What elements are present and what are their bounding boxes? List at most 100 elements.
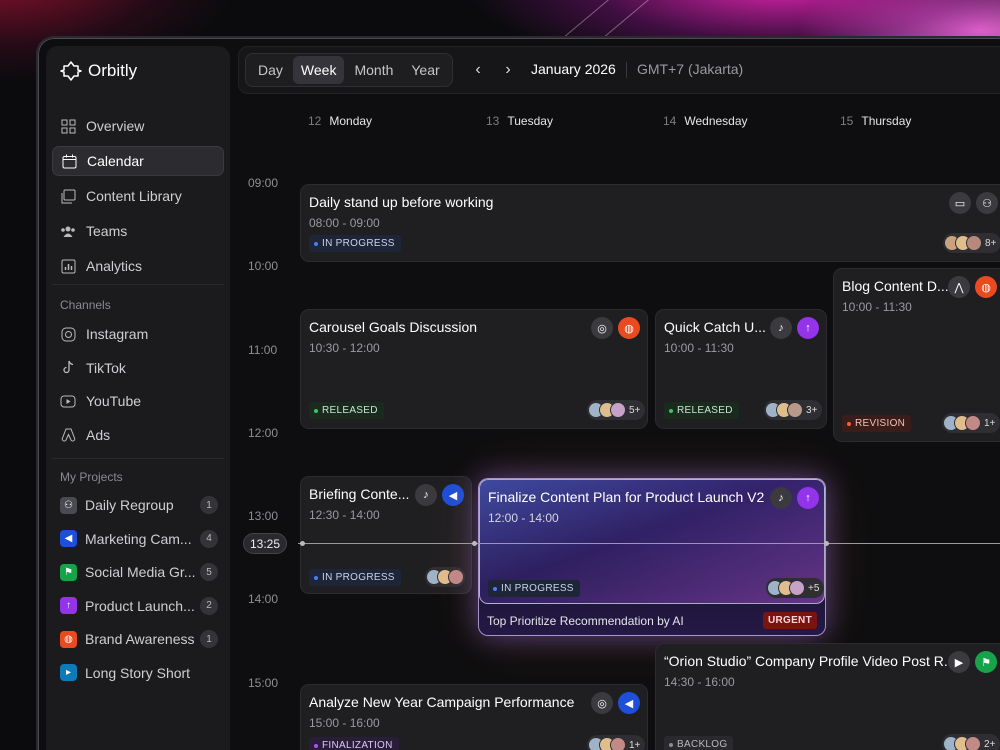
view-month-button[interactable]: Month <box>346 56 401 84</box>
avatar <box>610 402 626 418</box>
time-label: 15:00 <box>248 676 279 690</box>
avatar-group[interactable]: 8+ <box>943 233 1000 253</box>
status-text: IN PROGRESS <box>322 572 395 583</box>
event-card-orion[interactable]: “Orion Studio” Company Profile Video Pos… <box>655 643 1000 750</box>
youtube-icon <box>60 393 76 409</box>
chevron-left-icon[interactable]: ‹ <box>469 61 487 79</box>
event-title: Blog Content D... <box>842 278 949 294</box>
logo[interactable]: Orbitly <box>60 60 137 82</box>
chevron-right-icon[interactable]: › <box>499 61 517 79</box>
project-label: Long Story Short <box>85 664 191 681</box>
project-item[interactable]: ⚇ Daily Regroup 1 <box>52 491 224 519</box>
nav-item-overview[interactable]: Overview <box>52 111 224 141</box>
project-item[interactable]: ◍ Brand Awareness 1 <box>52 625 224 653</box>
event-card-finalize[interactable]: Finalize Content Plan for Product Launch… <box>478 478 826 636</box>
background-streak <box>559 0 668 41</box>
avatar-group[interactable] <box>425 567 465 587</box>
current-month: January 2026 <box>531 61 616 77</box>
status-text: RELEASED <box>677 405 733 416</box>
status-dot <box>314 241 318 246</box>
avatar-more-count: 3+ <box>806 404 818 416</box>
instagram-icon: ◎ <box>591 692 613 714</box>
status-dot <box>314 408 318 413</box>
channel-label: Ads <box>86 426 111 443</box>
day-name: Wednesday <box>684 114 748 128</box>
channel-label: YouTube <box>86 393 142 409</box>
event-icons: ▭ ⚇ <box>949 192 998 214</box>
event-time: 10:00 - 11:30 <box>842 300 912 314</box>
avatar-group[interactable]: 1+ <box>587 735 646 750</box>
project-count: 2 <box>200 596 218 615</box>
current-time-indicator: 13:25 <box>243 533 287 554</box>
project-item[interactable]: ⚑ Social Media Gr... 5 <box>52 558 224 586</box>
project-item[interactable]: ◀ Marketing Cam... 4 <box>52 525 224 553</box>
avatar <box>448 569 464 585</box>
avatar-group[interactable]: +5 <box>766 578 825 598</box>
globe-icon: ◍ <box>60 630 77 648</box>
library-icon <box>60 188 76 204</box>
event-card-catchup[interactable]: Quick Catch U... 10:00 - 11:30 ♪ ↑ RELEA… <box>655 309 827 429</box>
event-icons: ♪ ◀ <box>415 484 464 506</box>
avatar <box>787 402 803 418</box>
status-dot <box>314 743 318 748</box>
nav-label: Calendar <box>87 153 144 169</box>
app-window: Orbitly Overview Calendar Content Librar… <box>36 36 1000 750</box>
event-time: 12:00 - 14:00 <box>488 511 559 525</box>
status-text: RELEASED <box>322 405 378 416</box>
event-highlight: Finalize Content Plan for Product Launch… <box>479 479 825 604</box>
event-card-carousel[interactable]: Carousel Goals Discussion 10:30 - 12:00 … <box>300 309 648 429</box>
app-name: Orbitly <box>88 61 138 80</box>
divider <box>52 284 224 285</box>
event-time: 10:30 - 12:00 <box>309 341 380 355</box>
globe-icon: ◍ <box>975 276 997 298</box>
project-item[interactable]: ▸ Long Story Short <box>52 659 224 687</box>
project-item[interactable]: ↑ Product Launch... 2 <box>52 592 224 620</box>
channel-item-youtube[interactable]: YouTube <box>52 387 224 415</box>
nav-item-teams[interactable]: Teams <box>52 216 224 246</box>
channel-item-tiktok[interactable]: TikTok <box>52 354 224 382</box>
view-year-button[interactable]: Year <box>403 56 447 84</box>
projects-heading: My Projects <box>60 470 123 484</box>
megaphone-icon: ◀ <box>60 530 77 548</box>
event-title: Daily stand up before working <box>309 194 494 210</box>
tiktok-icon: ♪ <box>770 487 792 509</box>
status-text: REVISION <box>855 418 906 429</box>
event-card-briefing[interactable]: Briefing Conte... 12:30 - 14:00 ♪ ◀ IN P… <box>300 476 472 594</box>
arrow-up-icon: ↑ <box>797 487 819 509</box>
event-card-analyze[interactable]: Analyze New Year Campaign Performance 15… <box>300 684 648 750</box>
avatar-group[interactable]: 1+ <box>942 413 1000 433</box>
avatar-group[interactable]: 2+ <box>942 734 1000 750</box>
event-card-standup[interactable]: Daily stand up before working 08:00 - 09… <box>300 184 1000 262</box>
avatar-group[interactable]: 3+ <box>764 400 823 420</box>
sidebar: Orbitly Overview Calendar Content Librar… <box>46 46 230 750</box>
channel-item-instagram[interactable]: Instagram <box>52 320 224 348</box>
view-day-button[interactable]: Day <box>250 56 291 84</box>
channel-item-ads[interactable]: Ads <box>52 421 224 449</box>
event-title: Finalize Content Plan for Product Launch… <box>488 489 765 505</box>
event-card-blog[interactable]: Blog Content D... 10:00 - 11:30 ⋀ ◍ REVI… <box>833 268 1000 442</box>
status-badge: RELEASED <box>664 402 739 419</box>
avatar-more-count: 2+ <box>984 738 996 750</box>
teams-icon: ⚇ <box>976 192 998 214</box>
view-week-button[interactable]: Week <box>292 56 345 84</box>
status-text: FINALIZATION <box>322 740 393 750</box>
event-time: 12:30 - 14:00 <box>309 508 380 522</box>
flag-icon: ⚑ <box>975 651 997 673</box>
nav-label: Content Library <box>86 188 182 204</box>
calendar-toolbar: Day Week Month Year ‹ › January 2026 GMT… <box>238 46 1000 94</box>
event-title: Quick Catch U... <box>664 319 766 335</box>
nav-item-content-library[interactable]: Content Library <box>52 181 224 211</box>
timezone[interactable]: GMT+7 (Jakarta) <box>637 61 743 77</box>
nav-item-calendar[interactable]: Calendar <box>52 146 224 176</box>
arrow-up-icon: ↑ <box>797 317 819 339</box>
status-dot <box>314 575 318 580</box>
status-badge: RELEASED <box>309 402 384 419</box>
nav-item-analytics[interactable]: Analytics <box>52 251 224 281</box>
divider <box>626 62 627 78</box>
time-label: 11:00 <box>248 343 278 357</box>
status-dot <box>669 742 673 747</box>
time-label: 14:00 <box>248 592 279 606</box>
status-dot <box>847 421 851 426</box>
avatar-group[interactable]: 5+ <box>587 400 646 420</box>
project-label: Marketing Cam... <box>85 530 192 547</box>
